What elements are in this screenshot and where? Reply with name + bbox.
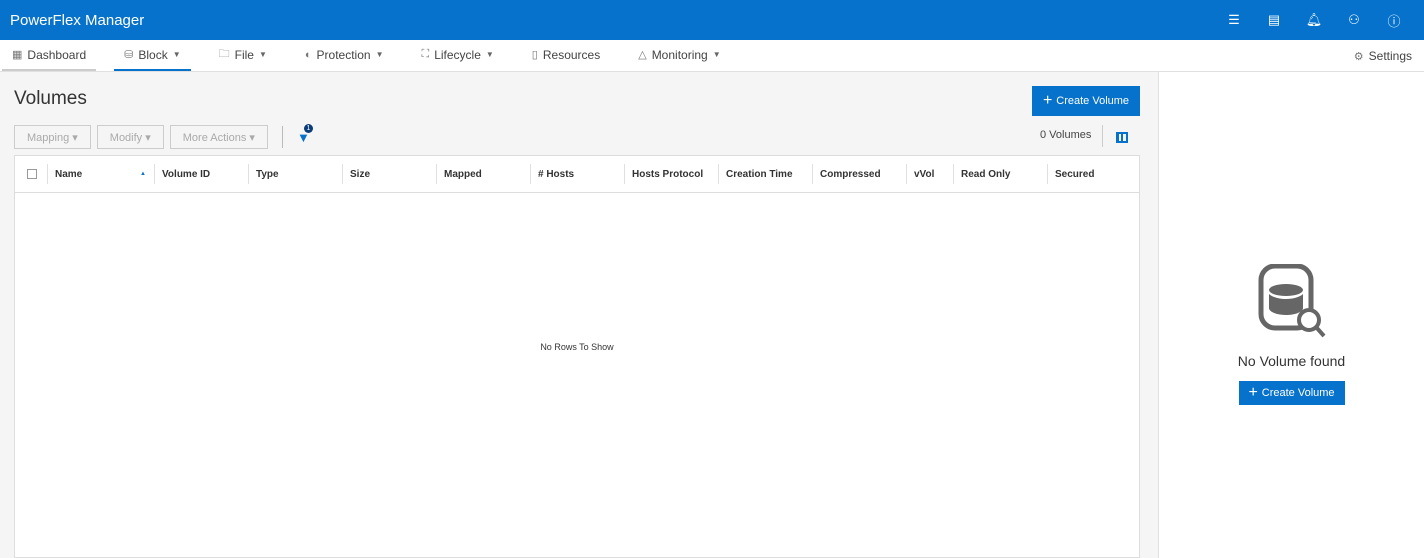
caret-down-icon: ▼ — [485, 50, 494, 59]
more-actions-button[interactable]: More Actions ▾ — [169, 125, 268, 149]
sort-asc-icon: ▲ — [140, 171, 146, 177]
button-label: Modify — [109, 131, 143, 144]
nav-label: Protection — [316, 47, 371, 62]
column-header[interactable]: Size — [342, 164, 436, 184]
no-rows-message: No Rows To Show — [540, 342, 614, 352]
shield-icon: ◐ — [304, 48, 312, 61]
column-header[interactable]: Read Only — [953, 164, 1047, 184]
column-header[interactable]: Secured — [1047, 164, 1139, 184]
header-select-cell — [15, 169, 47, 179]
create-volume-button[interactable]: + Create Volume — [1032, 86, 1140, 116]
caret-down-icon: ▼ — [375, 50, 384, 59]
clipboard-icon[interactable]: ▤ — [1254, 12, 1294, 28]
app-title: PowerFlex Manager — [10, 11, 145, 29]
app-header: PowerFlex Manager ☰ ▤ 🔔︎ ⚇ ⓘ — [0, 0, 1424, 40]
page-title: Volumes — [14, 88, 87, 109]
caret-down-icon: ▼ — [172, 50, 181, 59]
empty-state-title: No Volume found — [1237, 353, 1346, 369]
database-search-icon — [1258, 263, 1325, 338]
mapping-button[interactable]: Mapping ▾ — [14, 125, 91, 149]
column-header[interactable]: Type — [248, 164, 342, 184]
column-header[interactable]: Mapped — [436, 164, 530, 184]
filter-icon[interactable]: ▼ 1 — [297, 123, 313, 145]
main-nav: ▦ Dashboard ⛁ Block ▼ 🗀 File ▼ ◐ Protection ▼ ⛶… — [0, 40, 1424, 72]
bell-icon: △ — [638, 49, 647, 61]
table-header: Name ▲ Volume ID Type Size Mapped # Hosts… — [15, 156, 1139, 193]
modify-button[interactable]: Modify ▾ — [96, 125, 164, 149]
caret-down-icon: ▼ — [258, 50, 267, 59]
column-header[interactable]: Creation Time — [718, 164, 812, 184]
jobs-icon[interactable]: ☰ — [1214, 12, 1254, 28]
caret-down-icon: ▼ — [712, 50, 721, 59]
lifecycle-icon: ⛶ — [421, 48, 430, 60]
nav-resources[interactable]: ▯ Resources — [522, 40, 610, 71]
nav-label: Monitoring — [651, 47, 708, 62]
detail-panel: No Volume found + Create Volume — [1158, 72, 1424, 558]
filter-count-badge: 1 — [303, 123, 313, 133]
database-icon: ⛁ — [124, 49, 134, 61]
settings-label: Settings — [1368, 49, 1412, 63]
plus-icon: + — [1042, 92, 1053, 109]
folder-icon: 🗀 — [218, 48, 230, 60]
select-all-checkbox[interactable] — [27, 169, 37, 179]
columns-icon[interactable] — [1116, 132, 1128, 143]
resources-icon: ▯ — [531, 49, 538, 61]
column-header[interactable]: Volume ID — [154, 164, 248, 184]
button-label: Mapping — [27, 131, 70, 144]
nav-protection[interactable]: ◐ Protection ▼ — [295, 40, 394, 71]
column-header[interactable]: Compressed — [812, 164, 906, 184]
plus-icon: + — [1248, 384, 1258, 401]
dashboard-icon: ▦ — [12, 49, 23, 61]
volume-count: 0 Volumes — [1040, 129, 1092, 141]
button-label: More Actions — [182, 131, 247, 144]
nav-label: Lifecycle — [434, 47, 481, 62]
gear-icon: ⚙ — [1353, 50, 1364, 63]
nav-lifecycle[interactable]: ⛶ Lifecycle ▼ — [411, 40, 503, 71]
column-header[interactable]: Hosts Protocol — [624, 164, 718, 184]
nav-label: Block — [138, 47, 168, 62]
divider — [281, 126, 283, 148]
nav-dashboard[interactable]: ▦ Dashboard — [2, 40, 97, 71]
help-icon[interactable]: ⓘ — [1374, 11, 1414, 30]
nav-block[interactable]: ⛁ Block ▼ — [114, 40, 191, 71]
button-label: Create Volume — [1261, 387, 1335, 399]
volumes-panel: Volumes + Create Volume Mapping ▾ Modify … — [0, 72, 1158, 558]
column-label: Name — [55, 168, 83, 180]
toolbar: Mapping ▾ Modify ▾ More Actions ▾ ▼ 1 — [14, 123, 313, 149]
nav-label: Resources — [542, 47, 601, 62]
bell-icon[interactable]: 🔔︎ — [1294, 12, 1334, 28]
nav-file[interactable]: 🗀 File ▼ — [209, 40, 277, 71]
user-icon[interactable]: ⚇ — [1334, 12, 1374, 28]
settings-link[interactable]: ⚙ Settings — [1354, 40, 1412, 72]
nav-label: File — [234, 47, 254, 62]
button-label: Create Volume — [1056, 95, 1130, 107]
nav-label: Dashboard — [27, 47, 87, 62]
column-header-name[interactable]: Name ▲ — [47, 164, 154, 184]
divider — [1102, 125, 1103, 147]
volumes-table: Name ▲ Volume ID Type Size Mapped # Hosts… — [14, 155, 1140, 558]
nav-monitoring[interactable]: △ Monitoring ▼ — [628, 40, 730, 71]
create-volume-button[interactable]: + Create Volume — [1238, 381, 1345, 405]
column-header[interactable]: # Hosts — [530, 164, 624, 184]
column-header[interactable]: vVol — [906, 164, 953, 184]
